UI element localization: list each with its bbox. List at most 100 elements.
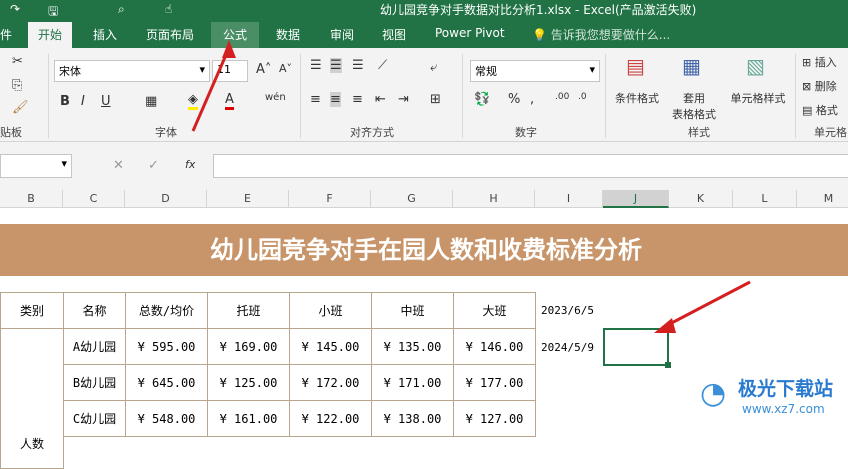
column-header[interactable]: F bbox=[289, 190, 371, 208]
date-cell[interactable]: 2024/5/9 bbox=[541, 341, 594, 354]
date-cell[interactable]: 2023/6/5 bbox=[541, 304, 594, 317]
format-label: 格式 bbox=[815, 104, 838, 117]
touch-mode-icon[interactable]: ☝ bbox=[165, 2, 172, 16]
table-cell[interactable]: ¥ 645.00 bbox=[125, 364, 208, 401]
cut-icon[interactable]: ✂ bbox=[12, 54, 23, 69]
name-box[interactable]: ▾ bbox=[0, 154, 72, 178]
table-cell[interactable]: ¥ 138.00 bbox=[371, 400, 454, 437]
tab-home[interactable]: 开始 bbox=[28, 22, 73, 48]
increase-decimal-icon[interactable]: .00 bbox=[555, 92, 569, 102]
decrease-decimal-icon[interactable]: .0 bbox=[578, 92, 587, 102]
align-bottom-icon[interactable]: ☰ bbox=[352, 58, 364, 73]
table-header-cell[interactable]: 大班 bbox=[453, 292, 536, 329]
table-header-cell[interactable]: 类别 bbox=[0, 292, 64, 329]
column-header[interactable]: D bbox=[125, 190, 207, 208]
font-name-select[interactable]: 宋体 ▾ bbox=[54, 60, 210, 82]
italic-icon[interactable]: I bbox=[81, 94, 85, 109]
table-cell[interactable]: ¥ 135.00 bbox=[371, 328, 454, 365]
table-cell[interactable]: ¥ 122.00 bbox=[289, 400, 372, 437]
category-cell[interactable]: 人数 bbox=[0, 328, 64, 469]
table-header-cell[interactable]: 中班 bbox=[371, 292, 454, 329]
column-header[interactable]: I bbox=[535, 190, 603, 208]
selected-cell[interactable] bbox=[603, 328, 671, 368]
decrease-indent-icon[interactable]: ⇤ bbox=[375, 92, 386, 107]
fill-handle[interactable] bbox=[665, 362, 671, 368]
cell-styles-button[interactable]: ▧ 单元格样式 bbox=[726, 52, 790, 122]
table-header-cell[interactable]: 总数/均价 bbox=[125, 292, 208, 329]
table-cell[interactable]: ¥ 127.00 bbox=[453, 400, 536, 437]
tab-view[interactable]: 视图 bbox=[382, 26, 406, 43]
table-cell[interactable]: ¥ 172.00 bbox=[289, 364, 372, 401]
formula-input[interactable] bbox=[213, 154, 848, 178]
table-cell[interactable]: ¥ 146.00 bbox=[453, 328, 536, 365]
delete-cells-button[interactable]: ⊠ 删除 bbox=[802, 78, 837, 94]
wrap-text-icon[interactable]: ⤶ bbox=[430, 60, 437, 75]
table-cell[interactable]: ¥ 548.00 bbox=[125, 400, 208, 437]
column-header[interactable]: B bbox=[0, 190, 63, 208]
insert-cells-button[interactable]: ⊞ 插入 bbox=[802, 54, 837, 70]
table-cell[interactable]: ¥ 169.00 bbox=[207, 328, 290, 365]
currency-icon[interactable]: 💱 bbox=[474, 92, 490, 107]
tab-review[interactable]: 审阅 bbox=[330, 26, 354, 43]
percent-icon[interactable]: % bbox=[508, 92, 520, 107]
table-cell[interactable]: ¥ 177.00 bbox=[453, 364, 536, 401]
print-preview-icon[interactable]: ⌕ bbox=[118, 2, 125, 17]
column-header-selected[interactable]: J bbox=[603, 190, 669, 208]
column-header[interactable]: C bbox=[63, 190, 125, 208]
watermark: ◔ 极光下载站 www.xz7.com bbox=[700, 372, 845, 422]
format-as-table-button[interactable]: ▦ 套用 表格格式 bbox=[664, 52, 724, 122]
tab-formulas[interactable]: 公式 bbox=[211, 22, 260, 48]
orientation-icon[interactable]: ⟋ bbox=[378, 58, 387, 73]
font-name-value: 宋体 bbox=[59, 65, 81, 78]
align-middle-icon[interactable]: ☰ bbox=[330, 58, 342, 73]
table-header-cell[interactable]: 小班 bbox=[289, 292, 372, 329]
tab-data[interactable]: 数据 bbox=[276, 26, 300, 43]
table-cell[interactable]: A幼儿园 bbox=[63, 328, 126, 365]
increase-font-icon[interactable]: A˄ bbox=[256, 62, 271, 77]
format-cells-button[interactable]: ▤ 格式 bbox=[802, 102, 838, 118]
font-size-select[interactable]: 11 bbox=[212, 60, 248, 82]
align-center-icon[interactable]: ≡ bbox=[330, 92, 341, 107]
table-cell[interactable]: ¥ 161.00 bbox=[207, 400, 290, 437]
bold-icon[interactable]: B bbox=[60, 94, 70, 109]
cancel-icon[interactable]: ✕ bbox=[113, 158, 124, 173]
decrease-font-icon[interactable]: A˅ bbox=[279, 62, 292, 75]
column-header[interactable]: G bbox=[371, 190, 453, 208]
tab-page-layout[interactable]: 页面布局 bbox=[146, 26, 194, 43]
table-header-cell[interactable]: 托班 bbox=[207, 292, 290, 329]
format-painter-icon[interactable]: 🖌 bbox=[12, 100, 29, 115]
tab-insert[interactable]: 插入 bbox=[93, 26, 117, 43]
column-header[interactable]: M bbox=[797, 190, 848, 208]
merge-center-icon[interactable]: ⊞ bbox=[430, 92, 441, 107]
enter-icon[interactable]: ✓ bbox=[148, 158, 159, 173]
tab-file[interactable]: 件 bbox=[0, 26, 12, 43]
font-color-icon[interactable]: A bbox=[225, 92, 234, 110]
tell-me-input[interactable]: 💡 告诉我您想要做什么... bbox=[532, 26, 670, 43]
underline-icon[interactable]: U bbox=[101, 94, 111, 109]
comma-icon[interactable]: , bbox=[530, 92, 534, 107]
number-format-select[interactable]: 常规 ▾ bbox=[470, 60, 600, 82]
table-cell[interactable]: ¥ 171.00 bbox=[371, 364, 454, 401]
insert-function-icon[interactable]: fx bbox=[185, 158, 195, 171]
column-header[interactable]: K bbox=[669, 190, 733, 208]
table-cell[interactable]: ¥ 125.00 bbox=[207, 364, 290, 401]
table-cell[interactable]: C幼儿园 bbox=[63, 400, 126, 437]
fill-color-icon[interactable]: ◈ bbox=[188, 92, 198, 110]
copy-icon[interactable]: ⎘ bbox=[12, 78, 22, 93]
table-cell[interactable]: B幼儿园 bbox=[63, 364, 126, 401]
table-header-cell[interactable]: 名称 bbox=[63, 292, 126, 329]
increase-indent-icon[interactable]: ⇥ bbox=[398, 92, 409, 107]
tab-power-pivot[interactable]: Power Pivot bbox=[435, 26, 505, 40]
column-header[interactable]: L bbox=[733, 190, 797, 208]
column-header[interactable]: E bbox=[207, 190, 289, 208]
table-cell[interactable]: ¥ 145.00 bbox=[289, 328, 372, 365]
redo-icon[interactable]: ↷ bbox=[10, 2, 20, 16]
phonetic-icon[interactable]: wén bbox=[265, 92, 286, 103]
align-top-icon[interactable]: ☰ bbox=[310, 58, 322, 73]
align-right-icon[interactable]: ≡ bbox=[352, 92, 363, 107]
conditional-format-button[interactable]: ▤ 条件格式 bbox=[612, 52, 662, 122]
align-left-icon[interactable]: ≡ bbox=[310, 92, 321, 107]
table-cell[interactable]: ¥ 595.00 bbox=[125, 328, 208, 365]
border-icon[interactable]: ▦ bbox=[145, 94, 157, 109]
column-header[interactable]: H bbox=[453, 190, 535, 208]
